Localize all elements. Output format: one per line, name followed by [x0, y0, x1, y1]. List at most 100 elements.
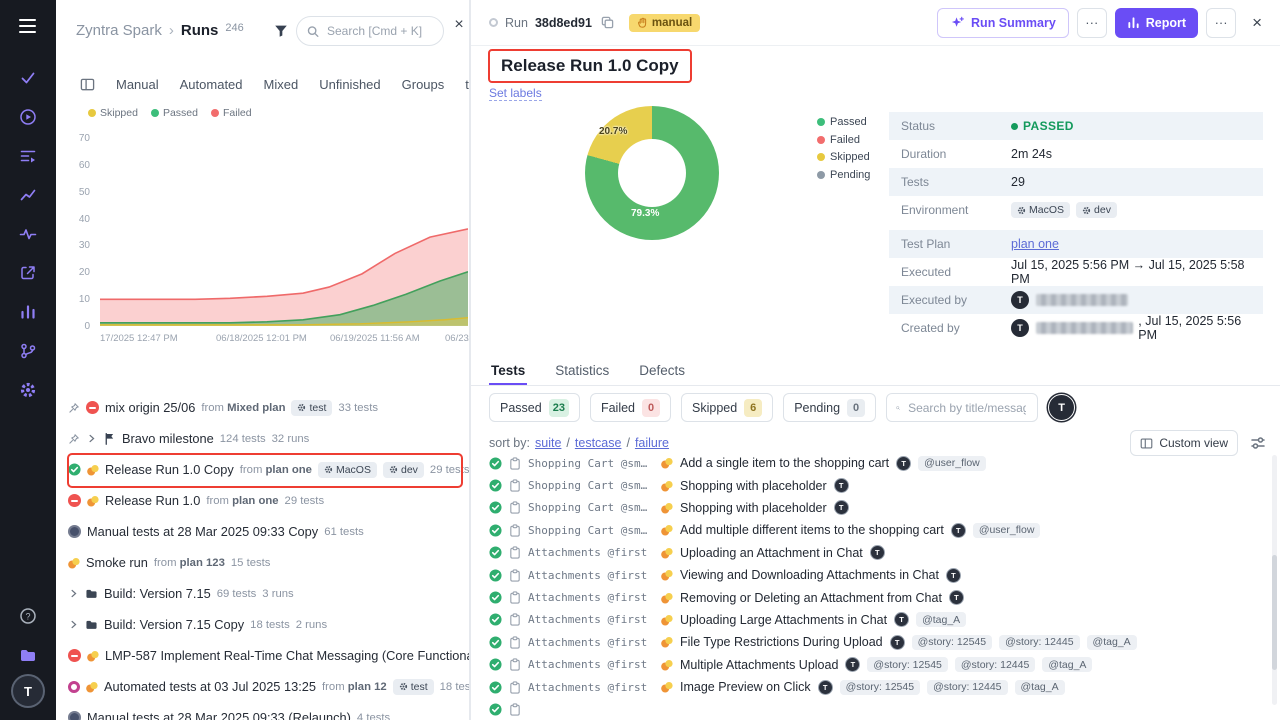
user-avatar[interactable]: T: [13, 676, 43, 706]
run-list-item[interactable]: Manual tests at 28 Mar 2025 09:33 Copy 6…: [56, 516, 470, 547]
runs-list-icon[interactable]: [9, 138, 47, 174]
test-row[interactable]: Attachments @first File Type Restriction…: [471, 631, 1271, 653]
tab-mixed[interactable]: Mixed: [264, 77, 299, 92]
test-row[interactable]: Shopping Cart @sm… Add a single item to …: [471, 452, 1271, 474]
help-icon[interactable]: ?: [9, 598, 47, 634]
tab-statistics[interactable]: Statistics: [553, 356, 611, 385]
tag-badge[interactable]: @tag_A: [1015, 680, 1065, 695]
run-summary-button[interactable]: Run Summary: [937, 8, 1069, 38]
chevron-right-icon[interactable]: [68, 619, 79, 630]
run-list-item[interactable]: Build: Version 7.15 Copy 18 tests 2 runs: [56, 609, 470, 640]
tag-badge[interactable]: @user_flow: [918, 456, 986, 471]
filter-failed-button[interactable]: Failed0: [590, 393, 671, 422]
pulse-icon[interactable]: [9, 216, 47, 252]
run-list-item[interactable]: mix origin 25/06 from Mixed plan test 33…: [56, 392, 470, 423]
run-list-item[interactable]: Smoke run from plan 123 15 tests: [56, 547, 470, 578]
projects-folder-icon[interactable]: [9, 637, 47, 673]
tag-badge[interactable]: @story: 12545: [867, 657, 947, 672]
tab-manual[interactable]: Manual: [116, 77, 159, 92]
run-details-table: Status PASSED Duration 2m 24s Tests 29 E…: [889, 112, 1263, 342]
sort-testcase-link[interactable]: testcase: [575, 436, 622, 450]
tag-badge[interactable]: @tag_A: [916, 612, 966, 627]
export-icon[interactable]: [9, 255, 47, 291]
copy-icon[interactable]: [599, 16, 616, 29]
test-row-partial[interactable]: [471, 698, 1271, 720]
run-icon[interactable]: [9, 99, 47, 135]
filter-funnel-icon[interactable]: [268, 18, 294, 44]
run-list-item-selected[interactable]: Release Run 1.0 Copy from plan one MacOS…: [56, 454, 470, 485]
test-plan-link[interactable]: plan one: [1011, 237, 1059, 251]
test-row[interactable]: Shopping Cart @sm… Shopping with placeho…: [471, 474, 1271, 496]
tab-test-clipped[interactable]: tes: [465, 77, 469, 92]
filter-passed-button[interactable]: Passed23: [489, 393, 580, 422]
assignee-avatar: T: [870, 545, 885, 560]
tab-automated[interactable]: Automated: [180, 77, 243, 92]
assignee-avatar: T: [890, 635, 905, 650]
assignee-filter-avatar[interactable]: T: [1048, 394, 1075, 421]
run-list-item[interactable]: Build: Version 7.15 69 tests 3 runs: [56, 578, 470, 609]
tab-unfinished[interactable]: Unfinished: [319, 77, 380, 92]
sort-failure-link[interactable]: failure: [635, 436, 669, 450]
test-row[interactable]: Attachments @first Uploading Large Attac…: [471, 609, 1271, 631]
folder-icon: [85, 618, 98, 631]
test-row[interactable]: Attachments @first Viewing and Downloadi…: [471, 564, 1271, 586]
run-title: Manual tests at 28 Mar 2025 09:33 (Relau…: [87, 710, 351, 720]
more-options-icon[interactable]: ···: [1077, 8, 1107, 38]
chevron-right-icon[interactable]: [86, 433, 97, 444]
run-list-item[interactable]: Manual tests at 28 Mar 2025 09:33 (Relau…: [56, 702, 470, 720]
tag-badge[interactable]: @tag_A: [1042, 657, 1092, 672]
testcase-icon: [509, 658, 521, 671]
testcase-icon: [509, 524, 521, 537]
tag-badge[interactable]: @tag_A: [1087, 635, 1137, 650]
reports-icon[interactable]: [9, 294, 47, 330]
filter-skipped-button[interactable]: Skipped6: [681, 393, 773, 422]
runs-search-input[interactable]: [325, 23, 433, 39]
sort-suite-link[interactable]: suite: [535, 436, 561, 450]
tag-badge[interactable]: @story: 12545: [912, 635, 992, 650]
set-labels-link[interactable]: Set labels: [489, 86, 542, 101]
test-row[interactable]: Attachments @first Image Preview on Clic…: [471, 676, 1271, 698]
tag-badge[interactable]: @user_flow: [973, 523, 1041, 538]
runs-view-icon[interactable]: [80, 77, 95, 92]
tests-icon[interactable]: [9, 60, 47, 96]
tag-badge[interactable]: @story: 12445: [927, 680, 1007, 695]
tab-groups[interactable]: Groups: [402, 77, 445, 92]
test-row[interactable]: Attachments @first Removing or Deleting …: [471, 586, 1271, 608]
close-run-detail-icon[interactable]: ×: [1248, 13, 1266, 33]
report-button[interactable]: Report: [1115, 8, 1198, 38]
test-row[interactable]: Shopping Cart @sm… Add multiple differen…: [471, 519, 1271, 541]
run-list-item[interactable]: Bravo milestone 124 tests 32 runs: [56, 423, 470, 454]
breadcrumb-project[interactable]: Zyntra Spark: [76, 22, 162, 39]
tag-badge[interactable]: @story: 12545: [840, 680, 920, 695]
tag-badge[interactable]: @story: 12445: [955, 657, 1035, 672]
integrations-icon[interactable]: [9, 333, 47, 369]
breadcrumb-separator: ›: [169, 22, 174, 39]
x-tick: 06/19/2025 11:56 AM: [330, 333, 420, 344]
run-plan: from Mixed plan: [201, 402, 285, 414]
tests-search-input[interactable]: [906, 400, 1028, 416]
view-settings-sliders-icon[interactable]: [1250, 435, 1266, 451]
run-detail-header: Run 38d8ed91 manual Run Summary ··· Repo…: [471, 0, 1280, 46]
analytics-icon[interactable]: [9, 177, 47, 213]
runs-panel-close-icon[interactable]: ×: [448, 14, 470, 36]
tab-defects[interactable]: Defects: [637, 356, 687, 385]
menu-icon[interactable]: [9, 8, 47, 44]
test-row[interactable]: Attachments @first Multiple Attachments …: [471, 654, 1271, 676]
filter-pending-button[interactable]: Pending0: [783, 393, 876, 422]
x-tick: 17/2025 12:47 PM: [100, 333, 178, 344]
run-list-item[interactable]: Automated tests at 03 Jul 2025 13:25 fro…: [56, 671, 470, 702]
run-list-item[interactable]: LMP-587 Implement Real-Time Chat Messagi…: [56, 640, 470, 671]
scrollbar-thumb[interactable]: [1272, 555, 1277, 670]
run-tests-count: 61 tests: [324, 526, 364, 538]
assignee-avatar: T: [834, 478, 849, 493]
settings-gear-icon[interactable]: [9, 372, 47, 408]
tag-badge[interactable]: @story: 12445: [999, 635, 1079, 650]
run-list-item[interactable]: Release Run 1.0 from plan one 29 tests: [56, 485, 470, 516]
chevron-right-icon[interactable]: [68, 588, 79, 599]
test-row[interactable]: Shopping Cart @sm… Shopping with placeho…: [471, 497, 1271, 519]
test-row[interactable]: Attachments @first Uploading an Attachme…: [471, 542, 1271, 564]
sort-by-label: sort by:: [489, 436, 530, 450]
run-title: Build: Version 7.15 Copy: [104, 617, 244, 632]
more-options-icon[interactable]: ···: [1206, 8, 1236, 38]
tab-tests[interactable]: Tests: [489, 356, 527, 385]
